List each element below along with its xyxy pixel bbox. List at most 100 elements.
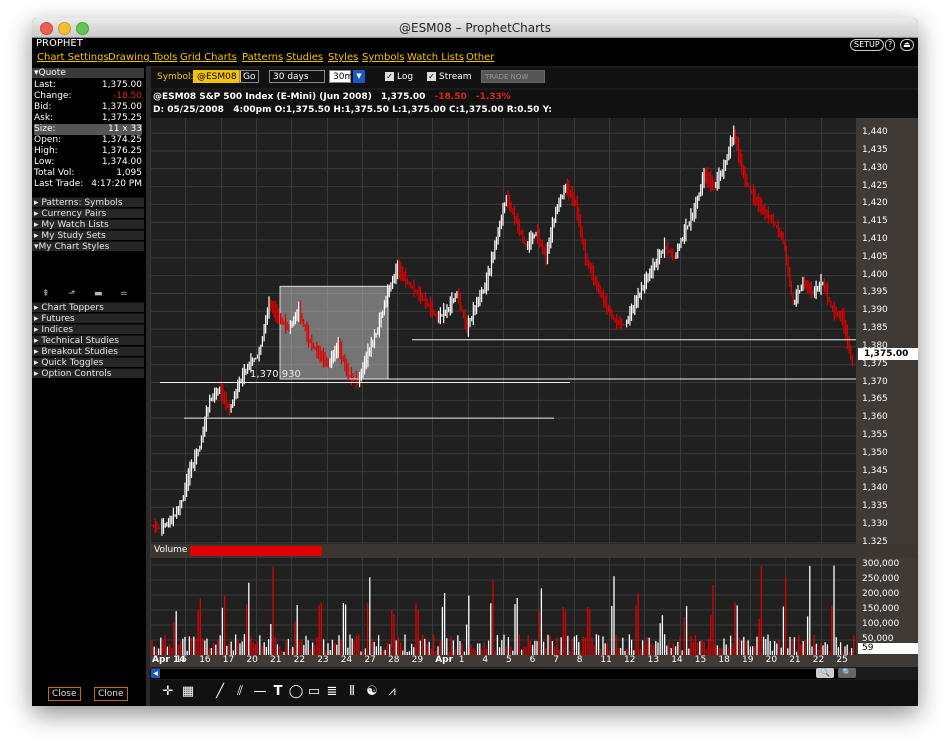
- volume-style-chip[interactable]: [190, 546, 322, 556]
- stream-checkbox[interactable]: ✓ Stream: [427, 70, 472, 84]
- volume-tick-label: 100,000: [862, 619, 900, 629]
- section-currency-pairs[interactable]: ▸ Currency Pairs: [32, 208, 144, 219]
- ellipse-tool-icon[interactable]: ◯: [286, 682, 306, 702]
- zoom-in-icon[interactable]: 🔍: [816, 668, 834, 678]
- rectangle-tool-icon[interactable]: ▭: [304, 682, 324, 702]
- log-checkbox[interactable]: ✓ Log: [385, 70, 413, 84]
- section-my-watch-lists[interactable]: ▸ My Watch Lists: [32, 219, 144, 230]
- price-tick-label: 1,420: [862, 198, 888, 209]
- section-indices[interactable]: ▸ Indices: [32, 324, 144, 335]
- fan-tool-icon[interactable]: ⩘: [382, 682, 402, 702]
- date-tick-label: 25: [836, 655, 848, 665]
- close-button[interactable]: Close: [48, 687, 81, 701]
- menu-patterns[interactable]: Patterns: [242, 52, 283, 63]
- volume-chart[interactable]: [150, 558, 856, 655]
- date-axis: Apr 14 15 16 17 20 21 22 23 24 27 28 29 Apr 1 4 5 6 7 8 11 1…: [150, 655, 918, 667]
- quote-row: Change: -18.50: [34, 91, 142, 101]
- date-tick-label: 20: [765, 655, 778, 665]
- volume-label: Volume: [154, 545, 188, 555]
- quote-row: Ask: 1,375.25: [34, 113, 142, 123]
- menu-other[interactable]: Other: [466, 52, 494, 63]
- text-tool-icon[interactable]: T: [268, 682, 288, 702]
- cycle-lines-tool-icon[interactable]: ⦀: [342, 682, 362, 702]
- chart-scrollbar[interactable]: ◀ ▶: [150, 668, 856, 679]
- menu-chart-settings[interactable]: Chart Settings: [37, 52, 109, 63]
- parallel-lines-tool-icon[interactable]: ⫽: [230, 682, 250, 702]
- date-tick-label: 7: [553, 655, 559, 665]
- section-breakout-studies[interactable]: ▸ Breakout Studies: [32, 346, 144, 357]
- date-tick-label: 15: [694, 655, 707, 665]
- menu-bar: Chart Settings Drawing Tools Grid Charts…: [32, 51, 918, 66]
- go-button[interactable]: Go: [239, 70, 260, 83]
- volume-tick-label: 300,000: [862, 559, 900, 569]
- menu-drawing-tools[interactable]: Drawing Tools: [108, 52, 177, 63]
- date-tick-label: 13: [647, 655, 660, 665]
- menu-styles[interactable]: Styles: [328, 52, 358, 63]
- price-tick-label: 1,360: [862, 412, 888, 423]
- range-select[interactable]: 30 days: [269, 70, 325, 83]
- chart-info-bar: @ESM08 S&P 500 Index (E-Mini) (Jun 2008)…: [151, 90, 918, 118]
- menu-studies[interactable]: Studies: [286, 52, 323, 63]
- annotation-rectangle: [279, 285, 389, 380]
- section-option-controls[interactable]: ▸ Option Controls: [32, 368, 144, 379]
- volume-tick-label: 250,000: [862, 574, 900, 584]
- fibonacci-tool-icon[interactable]: ≣: [322, 682, 342, 702]
- price-tick-label: 1,440: [862, 127, 888, 138]
- interval-select[interactable]: 30m: [329, 70, 353, 83]
- quote-header[interactable]: ▾Quote: [32, 68, 144, 78]
- price-tick-label: 1,395: [862, 287, 888, 298]
- section-chart-toppers[interactable]: ▸ Chart Toppers: [32, 302, 144, 313]
- chart-style-icons: ⇞ ⬏ ▬ =: [42, 289, 137, 299]
- section-quick-toggles[interactable]: ▸ Quick Toggles: [32, 357, 144, 368]
- spiral-tool-icon[interactable]: ☯: [362, 682, 382, 702]
- section-my-study-sets[interactable]: ▸ My Study Sets: [32, 230, 144, 241]
- price-tick-label: 1,400: [862, 269, 888, 280]
- crosshair-tool-icon[interactable]: ✛: [158, 682, 178, 702]
- menu-grid-charts[interactable]: Grid Charts: [180, 52, 237, 63]
- last-price: 1,375.00: [380, 92, 426, 102]
- app-window: @ESM08 – ProphetCharts PROPHET SETUP ? ⏏…: [32, 18, 918, 706]
- date-tick-label: 11: [600, 655, 612, 665]
- date-tick-label: 5: [506, 655, 512, 665]
- menu-watch-lists[interactable]: Watch Lists: [407, 52, 464, 63]
- date-tick-label: 8: [576, 655, 583, 665]
- price-tick-label: 1,340: [862, 483, 888, 494]
- quote-row: Last Trade: 4:17:20 PM: [34, 179, 142, 189]
- menu-symbols[interactable]: Symbols: [362, 52, 404, 63]
- quote-row: Open: 1,374.25: [34, 135, 142, 145]
- interval-dropdown-icon[interactable]: ▼: [353, 70, 365, 83]
- volume-tick-label: 150,000: [862, 604, 900, 614]
- window-title: @ESM08 – ProphetCharts: [398, 21, 552, 35]
- section-patterns-symbols[interactable]: ▸ Patterns: Symbols: [32, 197, 144, 208]
- symbol-title: @ESM08 S&P 500 Index (E-Mini) (Jun 2008): [153, 92, 372, 102]
- price-tick-label: 1,415: [862, 216, 888, 227]
- clone-button[interactable]: Clone: [94, 687, 128, 701]
- trade-now-button[interactable]: TRADE NOW: [481, 70, 545, 83]
- select-box-tool-icon[interactable]: ▦: [178, 682, 198, 702]
- horizontal-line-tool-icon[interactable]: —: [250, 682, 270, 702]
- date-tick-label: 6: [529, 655, 536, 665]
- date-tick-label: 17: [222, 655, 235, 665]
- quote-row: Last: 1,375.00: [34, 80, 142, 90]
- price-chart[interactable]: 1,370.930: [150, 118, 856, 558]
- arrow-icon[interactable]: ⬏: [68, 289, 76, 299]
- setup-button[interactable]: SETUP: [850, 39, 884, 51]
- equals-icon[interactable]: =: [120, 289, 128, 299]
- price-tick-label: 1,365: [862, 394, 888, 405]
- section-futures[interactable]: ▸ Futures: [32, 313, 144, 324]
- section-technical-studies[interactable]: ▸ Technical Studies: [32, 335, 144, 346]
- zoom-out-icon[interactable]: 🔍: [838, 668, 856, 678]
- up-arrow-icon[interactable]: ⇞: [42, 289, 50, 299]
- price-tick-label: 1,410: [862, 234, 888, 245]
- pencil-tool-icon[interactable]: ╱: [210, 682, 230, 702]
- section-my-chart-styles[interactable]: ▾My Chart Styles: [32, 241, 144, 252]
- date-tick-label: 21: [789, 655, 801, 665]
- scroll-left-icon[interactable]: ◀: [151, 669, 160, 678]
- price-tick-label: 1,370: [862, 376, 888, 387]
- minus-icon[interactable]: ▬: [94, 289, 103, 299]
- date-tick-label: 24: [340, 655, 353, 665]
- symbol-input[interactable]: @ESM08: [193, 70, 241, 83]
- logout-icon[interactable]: ⏏: [900, 39, 914, 51]
- stream-label: Stream: [439, 72, 472, 82]
- help-icon[interactable]: ?: [885, 39, 896, 51]
